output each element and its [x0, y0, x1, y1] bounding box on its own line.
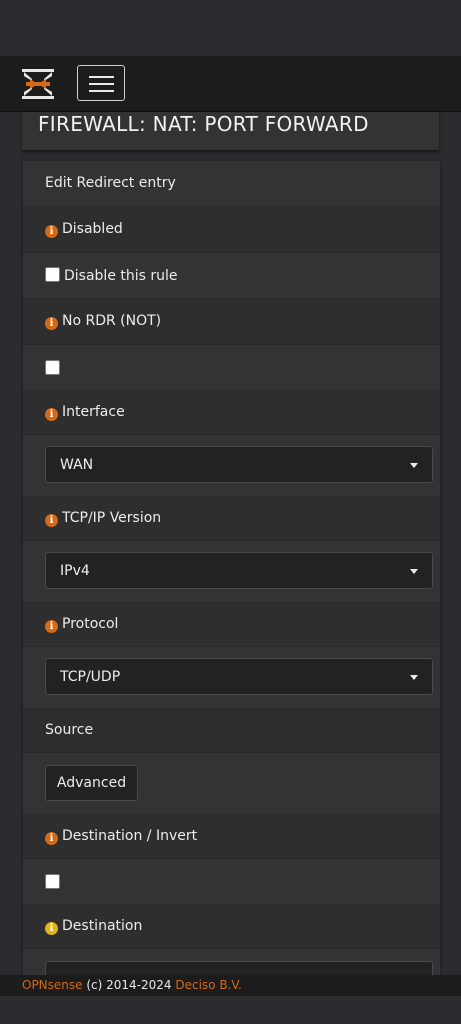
- footer-company-link[interactable]: Deciso B.V.: [175, 978, 242, 992]
- disabled-label-row: i Disabled: [23, 207, 440, 253]
- top-band: [0, 0, 461, 56]
- hamburger-line: [89, 76, 114, 78]
- protocol-label: i Protocol: [45, 616, 118, 633]
- disable-rule-checkbox-label[interactable]: Disable this rule: [64, 268, 178, 284]
- destination-invert-label: i Destination / Invert: [45, 828, 197, 845]
- chevron-down-icon: [410, 463, 418, 468]
- footer-brand-link[interactable]: OPNsense: [22, 978, 83, 992]
- chevron-down-icon: [410, 675, 418, 680]
- ipversion-label: i TCP/IP Version: [45, 510, 161, 527]
- info-icon[interactable]: i: [45, 514, 58, 527]
- source-label-row: Source: [23, 709, 440, 753]
- interface-label: i Interface: [45, 404, 125, 421]
- destination-invert-checkbox[interactable]: [45, 874, 60, 889]
- page-title-bar: FIREWALL: NAT: PORT FORWARD: [22, 112, 439, 150]
- destination-label: i Destination: [45, 918, 142, 935]
- source-label: Source: [45, 722, 94, 738]
- info-icon[interactable]: i: [45, 408, 58, 421]
- page-title: FIREWALL: NAT: PORT FORWARD: [38, 112, 369, 136]
- nordr-label-row: i No RDR (NOT): [23, 299, 440, 345]
- nordr-input-row: [23, 345, 440, 391]
- disabled-label: i Disabled: [45, 221, 123, 238]
- source-advanced-button[interactable]: Advanced: [45, 765, 138, 801]
- form-heading-row: Edit Redirect entry: [23, 161, 440, 207]
- form-heading: Edit Redirect entry: [45, 175, 176, 191]
- disabled-input-row: Disable this rule: [23, 253, 440, 299]
- ipversion-label-row: i TCP/IP Version: [23, 497, 440, 541]
- menu-toggle-button[interactable]: [77, 65, 125, 101]
- footer-text: OPNsense (c) 2014-2024 Deciso B.V.: [22, 978, 242, 992]
- ipversion-select[interactable]: IPv4: [45, 552, 433, 589]
- ipversion-label-text: TCP/IP Version: [62, 510, 162, 526]
- info-icon[interactable]: i: [45, 225, 58, 238]
- info-icon[interactable]: i: [45, 317, 58, 330]
- destination-invert-label-row: i Destination / Invert: [23, 815, 440, 859]
- source-input-row: Advanced: [23, 753, 440, 815]
- destination-input-row: [23, 949, 440, 975]
- interface-input-row: WAN: [23, 435, 440, 497]
- interface-label-text: Interface: [62, 404, 125, 420]
- hamburger-line: [89, 83, 114, 85]
- destination-invert-label-text: Destination / Invert: [62, 828, 198, 844]
- destination-invert-input-row: [23, 859, 440, 905]
- interface-label-row: i Interface: [23, 391, 440, 435]
- bottom-band: [0, 996, 461, 1024]
- ipversion-select-value: IPv4: [60, 563, 90, 579]
- hamburger-line: [89, 90, 114, 92]
- protocol-select-value: TCP/UDP: [60, 669, 121, 685]
- info-icon[interactable]: i: [45, 832, 58, 845]
- disable-rule-option[interactable]: Disable this rule: [45, 267, 178, 284]
- footer-copyright: (c) 2014-2024: [82, 978, 176, 992]
- navbar: [0, 56, 461, 112]
- protocol-select[interactable]: TCP/UDP: [45, 658, 433, 695]
- destination-label-row: i Destination: [23, 905, 440, 949]
- protocol-label-text: Protocol: [62, 616, 119, 632]
- opnsense-logo-icon[interactable]: [20, 67, 56, 101]
- redirect-entry-form: Edit Redirect entry i Disabled Disable th…: [23, 161, 440, 975]
- interface-select[interactable]: WAN: [45, 446, 433, 483]
- info-icon[interactable]: i: [45, 922, 58, 935]
- nordr-label: i No RDR (NOT): [45, 313, 161, 330]
- footer: OPNsense (c) 2014-2024 Deciso B.V.: [0, 975, 461, 996]
- ipversion-input-row: IPv4: [23, 541, 440, 603]
- nordr-checkbox[interactable]: [45, 360, 60, 375]
- protocol-input-row: TCP/UDP: [23, 647, 440, 709]
- info-icon[interactable]: i: [45, 620, 58, 633]
- disable-rule-checkbox[interactable]: [45, 267, 60, 282]
- destination-label-text: Destination: [62, 918, 143, 934]
- disabled-label-text: Disabled: [62, 221, 123, 237]
- interface-select-value: WAN: [60, 457, 94, 473]
- chevron-down-icon: [410, 569, 418, 574]
- protocol-label-row: i Protocol: [23, 603, 440, 647]
- nordr-label-text: No RDR (NOT): [62, 313, 162, 329]
- destination-select[interactable]: [45, 961, 433, 975]
